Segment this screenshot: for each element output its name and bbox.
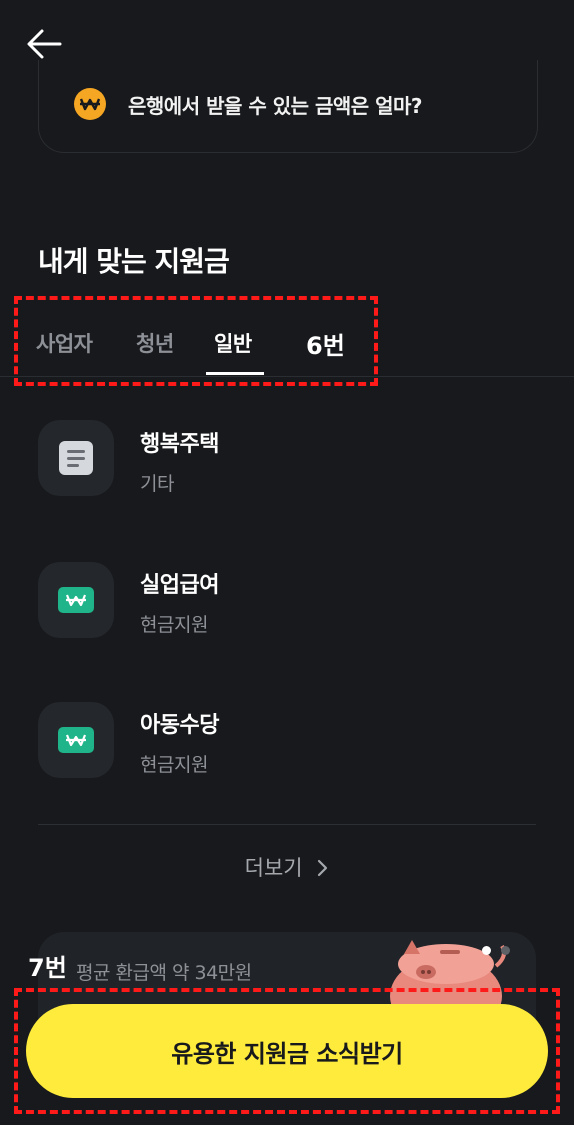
annotation-box-cta [14, 988, 560, 1114]
list-item-category: 현금지원 [140, 614, 208, 636]
list-item-category: 현금지원 [140, 754, 208, 776]
list-item-icon-box [38, 702, 114, 778]
list-item-icon-box [38, 562, 114, 638]
list-item-icon-box [38, 420, 114, 496]
bank-card-text: 은행에서 받을 수 있는 금액은 얼마? [128, 94, 423, 118]
more-button[interactable]: 더보기 [0, 852, 574, 882]
list-item-category: 기타 [140, 473, 174, 495]
annotation-label-7: 7번 [28, 954, 67, 982]
won-bill-icon [58, 587, 94, 613]
won-bill-icon [58, 727, 94, 753]
more-label: 더보기 [244, 856, 303, 880]
chevron-right-icon [318, 859, 328, 877]
carousel-dot-active [482, 946, 491, 955]
list-item-title[interactable]: 아동수당 [140, 707, 219, 739]
back-button[interactable] [22, 24, 66, 64]
won-coin-icon [74, 88, 106, 120]
list-item-title[interactable]: 실업급여 [140, 567, 219, 599]
list-item-title[interactable]: 행복주택 [140, 426, 219, 458]
refund-text: 평균 환급액 약 34만원 [76, 962, 252, 984]
arrow-left-icon [27, 29, 62, 59]
annotation-label-6: 6번 [306, 332, 345, 360]
carousel-dot [501, 946, 510, 955]
document-icon [59, 441, 93, 475]
list-divider [38, 824, 536, 825]
section-title: 내게 맞는 지원금 [38, 245, 230, 278]
